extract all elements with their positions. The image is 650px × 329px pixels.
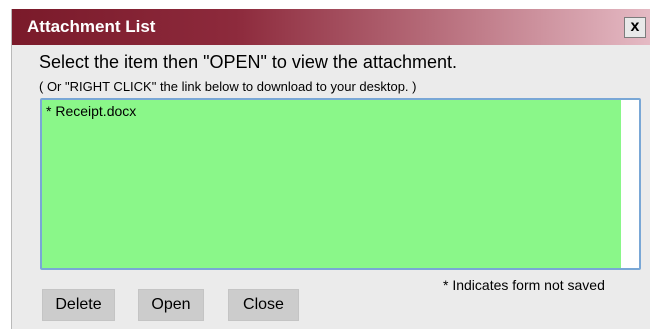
list-scrollbar[interactable]: [621, 100, 639, 268]
open-button[interactable]: Open: [138, 289, 204, 321]
attachment-listbox[interactable]: * Receipt.docx: [40, 98, 641, 270]
unsaved-note: * Indicates form not saved: [443, 277, 605, 293]
delete-button[interactable]: Delete: [42, 289, 115, 321]
close-icon[interactable]: x: [624, 17, 646, 38]
close-button[interactable]: Close: [228, 289, 299, 321]
sub-instruction-text: ( Or "RIGHT CLICK" the link below to dow…: [39, 79, 417, 94]
attachment-list-dialog: Attachment List x Select the item then "…: [11, 9, 650, 329]
instruction-text: Select the item then "OPEN" to view the …: [39, 52, 457, 72]
attachment-item-receipt[interactable]: * Receipt.docx: [46, 103, 136, 119]
dialog-titlebar: Attachment List: [12, 9, 650, 45]
dialog-title: Attachment List: [27, 17, 156, 36]
